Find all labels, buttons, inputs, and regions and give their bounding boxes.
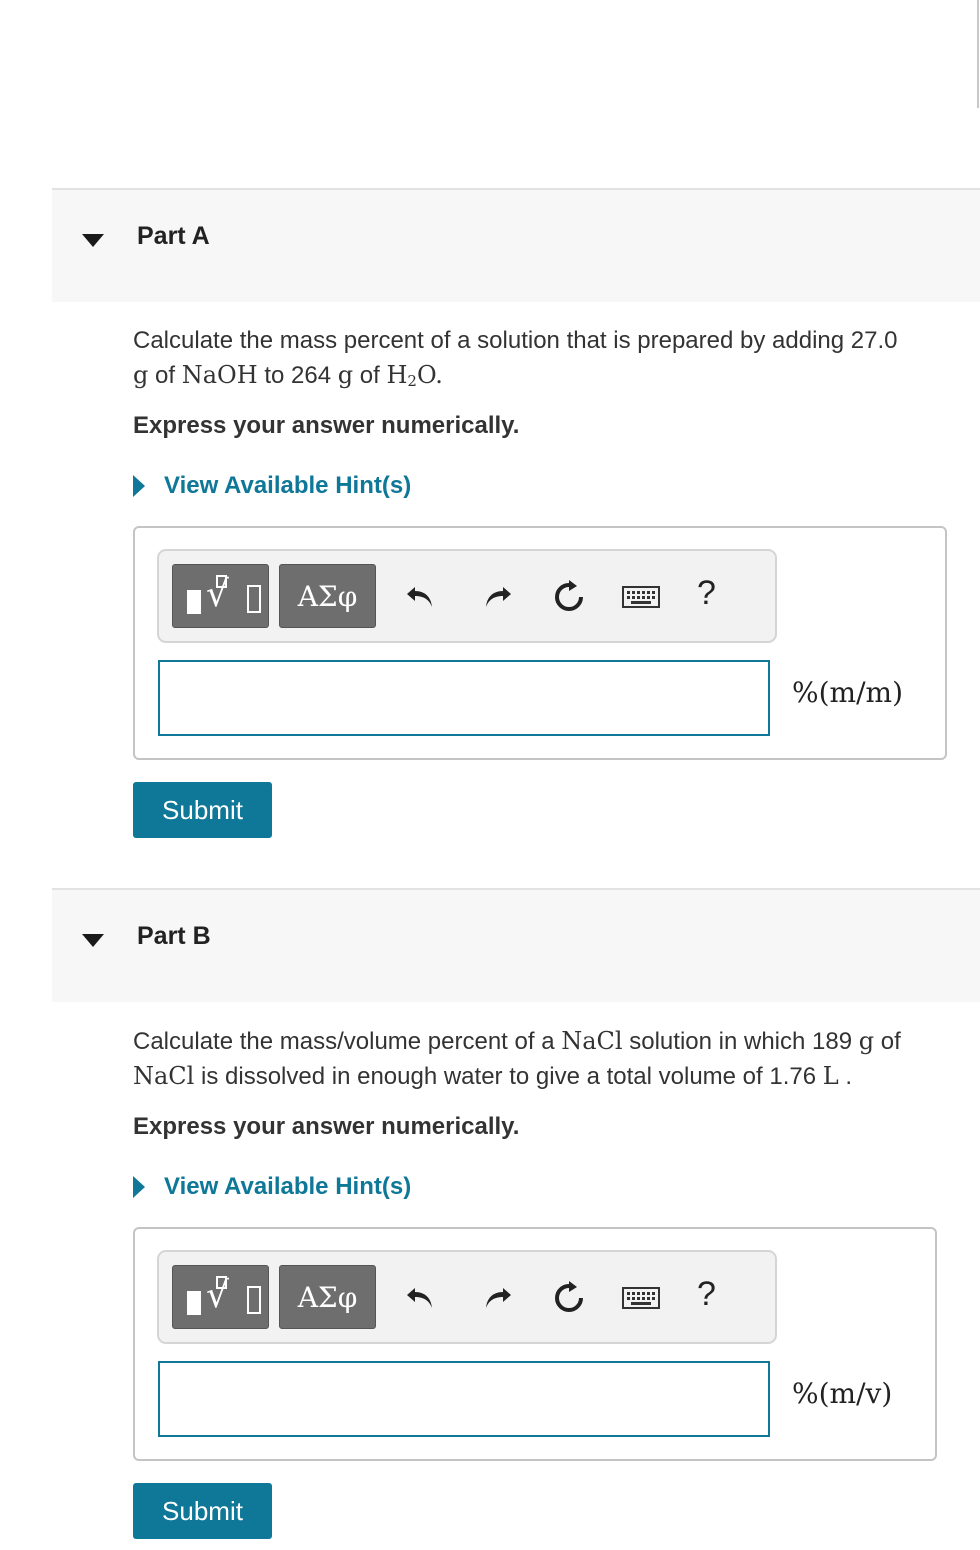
- part-b-instruction: Express your answer numerically.: [133, 1113, 520, 1140]
- collapse-arrow-icon[interactable]: [82, 234, 104, 247]
- expand-arrow-icon: [133, 1176, 145, 1198]
- hint-link-label: View Available Hint(s): [164, 1173, 412, 1200]
- math-toolbar: √ ΑΣφ ?: [157, 549, 777, 643]
- part-a-submit-button[interactable]: Submit: [133, 782, 272, 838]
- part-a-unit-label: %(m/m): [792, 676, 903, 709]
- reset-icon[interactable]: [549, 1278, 589, 1318]
- redo-icon[interactable]: [477, 1278, 517, 1318]
- part-b-answer-input[interactable]: [158, 1361, 770, 1437]
- part-b-question: Calculate the mass/volume percent of a N…: [133, 1027, 901, 1090]
- part-a-title: Part A: [137, 222, 210, 250]
- help-button[interactable]: ?: [697, 1274, 716, 1314]
- right-edge-divider: [977, 0, 979, 108]
- part-a-question: Calculate the mass percent of a solution…: [133, 327, 898, 390]
- undo-icon[interactable]: [401, 1278, 441, 1318]
- part-b-title: Part B: [137, 922, 211, 950]
- part-b-submit-button[interactable]: Submit: [133, 1483, 272, 1539]
- part-a-view-hints-link[interactable]: View Available Hint(s): [133, 472, 411, 500]
- templates-button[interactable]: √: [172, 564, 269, 628]
- hint-link-label: View Available Hint(s): [164, 472, 412, 499]
- keyboard-icon[interactable]: [621, 577, 661, 617]
- redo-icon[interactable]: [477, 577, 517, 617]
- part-a-instruction: Express your answer numerically.: [133, 412, 520, 439]
- part-b-answer-box: √ ΑΣφ ? %(m/v): [133, 1227, 937, 1461]
- part-a-header[interactable]: Part A: [52, 188, 980, 302]
- part-b-unit-label: %(m/v): [792, 1377, 893, 1410]
- undo-icon[interactable]: [401, 577, 441, 617]
- templates-button[interactable]: √: [172, 1265, 269, 1329]
- collapse-arrow-icon[interactable]: [82, 934, 104, 947]
- part-b-view-hints-link[interactable]: View Available Hint(s): [133, 1173, 411, 1201]
- keyboard-icon[interactable]: [621, 1278, 661, 1318]
- math-toolbar: √ ΑΣφ ?: [157, 1250, 777, 1344]
- help-button[interactable]: ?: [697, 573, 716, 613]
- part-a-answer-input[interactable]: [158, 660, 770, 736]
- part-a-answer-box: √ ΑΣφ ? %(m/m): [133, 526, 947, 760]
- greek-symbols-button[interactable]: ΑΣφ: [279, 564, 376, 628]
- part-b-header[interactable]: Part B: [52, 888, 980, 1002]
- greek-symbols-button[interactable]: ΑΣφ: [279, 1265, 376, 1329]
- expand-arrow-icon: [133, 475, 145, 497]
- reset-icon[interactable]: [549, 577, 589, 617]
